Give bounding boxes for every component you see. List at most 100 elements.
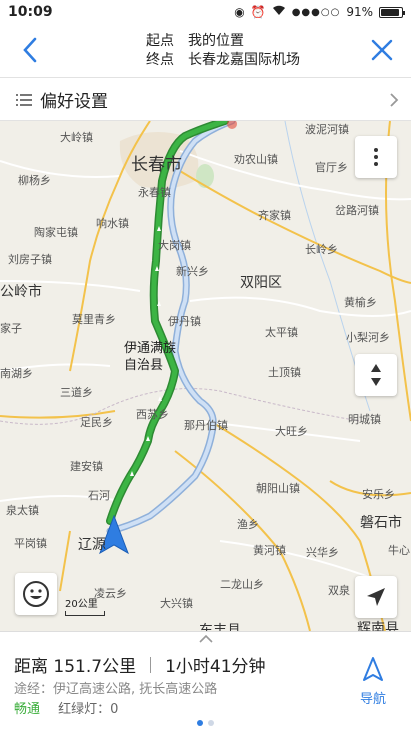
scale-label: 20公里 [65,599,98,610]
place-label-qijia: 齐家镇 [258,209,291,222]
place-label-yitong-1: 伊通满族 [124,341,177,356]
map-scale: 20公里 [65,595,105,616]
place-label-huangyu: 黄榆乡 [344,296,377,309]
close-button[interactable] [367,34,397,66]
up-down-arrows-icon [371,364,381,386]
list-icon [16,93,32,106]
start-key: 起点 [146,33,174,49]
smiley-icon [23,581,49,607]
wifi-icon [272,5,286,19]
traffic-row: 畅通 红绿灯：0 [14,698,118,717]
place-label-bonihe: 波泥河镇 [305,123,349,136]
end-row[interactable]: 终点 长春龙嘉国际机场 [146,51,300,70]
navigate-button[interactable]: 导航 [355,656,391,716]
place-label-xinghua: 兴华乡 [306,546,339,559]
page-dot-1[interactable] [197,720,203,726]
place-label-panshi: 磐石市 [360,515,402,531]
place-label-guanting: 官厅乡 [315,161,348,174]
battery-icon [379,6,405,18]
back-button[interactable] [16,34,46,66]
end-value: 长春龙嘉国际机场 [188,52,300,68]
status-bar: 10:09 ◉ ⏰ ●●●○○ 91% [0,0,411,24]
start-value: 我的位置 [188,33,244,49]
place-label-mingcheng: 明城镇 [348,413,381,426]
page-dot-2[interactable] [208,720,214,726]
place-label-dalingzhen: 大岭镇 [60,131,93,144]
location-arrow-icon [367,588,385,606]
compass-toggle-button[interactable] [355,354,397,396]
place-label-chalu: 岔路河镇 [335,204,379,217]
place-label-nanhu: 南湖乡 [0,367,33,380]
place-label-shihe: 石河 [88,489,110,502]
place-label-chaoyangshan: 朝阳山镇 [256,482,300,495]
place-label-yu: 渔乡 [237,518,259,531]
preference-settings[interactable]: 偏好设置 [0,79,411,121]
locate-button[interactable] [355,576,397,618]
signal-icon: ◉ [234,5,245,19]
place-label-daxing: 大兴镇 [160,597,193,610]
traffic-status: 畅通 [14,702,41,717]
place-label-taojia: 陶家屯镇 [34,226,78,239]
more-options-button[interactable] [355,136,397,178]
place-label-dawang: 大旺乡 [275,425,308,438]
alarm-icon: ⏰ [250,5,266,19]
cell-signal-icon: ●●●○○ [291,6,341,18]
place-label-nadan: 那丹伯镇 [184,419,228,432]
route-header: 起点 我的位置 终点 长春龙嘉国际机场 [0,24,411,78]
place-label-zumin: 足民乡 [80,416,113,429]
distance-duration-row: 距离 151.7公里 1小时41分钟 [14,652,266,677]
place-label-huinan: 辉南县 [357,621,399,631]
battery-percent: 91% [346,5,373,19]
place-label-quantai: 泉太镇 [6,504,39,517]
route-summary-panel[interactable]: 距离 151.7公里 1小时41分钟 途经：伊辽高速公路, 抚长高速公路 畅通 … [0,631,411,730]
place-label-shuangquan: 双泉 [328,584,350,597]
place-label-changling: 长岭乡 [305,243,338,256]
place-label-liufangzi: 刘房子镇 [8,253,52,266]
chevron-up-icon[interactable] [198,634,214,644]
preference-label: 偏好设置 [40,92,108,112]
status-time: 10:09 [8,4,53,20]
place-label-tuding: 土顶镇 [268,366,301,379]
place-label-liaoyuan: 辽源 [78,537,106,553]
route-distance: 距离 151.7公里 [14,657,137,677]
feedback-button[interactable] [15,573,57,615]
status-icons: ◉ ⏰ ●●●○○ 91% [234,5,405,19]
place-label-shuangyang: 双阳区 [240,275,282,291]
navigation-arrow-icon [363,657,383,681]
place-label-dayu: 大岗镇 [158,239,191,252]
place-label-sandao: 三道乡 [60,386,93,399]
more-vertical-icon [374,148,378,166]
place-label-yitong-2: 自治县 [124,358,164,373]
place-label-jianan: 建安镇 [70,460,103,473]
divider [150,656,152,673]
place-label-yongchun: 永春镇 [138,186,171,199]
place-label-quannong: 劝农山镇 [234,153,278,166]
place-label-moli: 莫里青乡 [72,313,116,326]
traffic-lights: 红绿灯：0 [58,702,119,717]
place-label-huanghe: 黄河镇 [253,544,286,557]
place-label-erlongshan: 二龙山乡 [220,578,264,591]
map-base [0,121,411,631]
map-view[interactable]: 长春市 双阳区 伊通满族 自治县 辽源 磐石市 辉南县 东丰县 公岭市 永春镇 … [0,121,411,631]
place-label-taiping: 太平镇 [265,326,298,339]
route-planning-screen: 10:09 ◉ ⏰ ●●●○○ 91% 起点 我的位置 终点 长春龙嘉国际机场 … [0,0,411,730]
place-label-xisu: 西苏乡 [136,408,169,421]
scale-bar [65,611,105,616]
place-label-changchun: 长春市 [131,155,182,175]
route-duration: 1小时41分钟 [165,657,266,677]
page-indicator [197,720,214,726]
chevron-right-icon [390,92,399,107]
place-label-gongzhuling: 公岭市 [0,284,42,300]
place-label-xiangshui: 响水镇 [96,217,129,230]
place-label-yidan: 伊丹镇 [168,315,201,328]
place-label-liuyang: 柳杨乡 [18,174,51,187]
place-label-xiaolihe: 小梨河乡 [346,331,390,344]
place-label-pinggang: 平岗镇 [14,537,47,550]
route-endpoints: 起点 我的位置 终点 长春龙嘉国际机场 [146,32,300,70]
place-label-anle: 安乐乡 [362,488,395,501]
chevron-left-icon [23,37,37,63]
close-icon [371,39,393,61]
start-row[interactable]: 起点 我的位置 [146,32,300,51]
route-via: 途经：伊辽高速公路, 抚长高速公路 [14,682,218,697]
place-label-jiazi: 家子 [0,322,22,335]
